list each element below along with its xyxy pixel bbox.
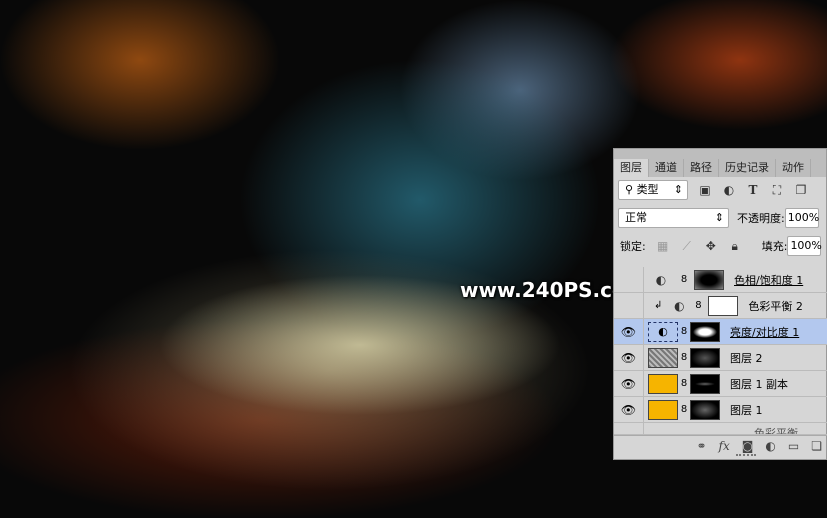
visibility-toggle[interactable] [614,267,644,292]
tab-layers[interactable]: 图层 [614,159,649,177]
eye-icon[interactable]: 👁︎ [614,397,644,422]
chevron-updown-icon: ⇕ [673,183,683,196]
eye-icon[interactable]: 👁︎ [614,319,644,344]
layer-thumb [648,399,678,420]
clip-arrow-icon: ↲ [654,300,663,311]
panel-tabs: 图层 通道 路径 历史记录 动作 [614,149,826,177]
link-icon: 8 [680,352,688,363]
opacity-input[interactable]: 100% [784,208,819,228]
tab-paths[interactable]: 路径 [684,159,719,177]
layers-panel: 图层 通道 路径 历史记录 动作 ⚲ 类型 ⇕ ▣ ◐ T ⛶ ❐ 正常 ⇕ 不透明… [613,148,827,460]
new-group-icon[interactable]: ▭ [788,439,799,453]
lock-transparent-icon[interactable]: ▦ [656,239,670,253]
layer-row[interactable]: ◐ 8 色相/饱和度 1 [614,267,827,293]
adjustment-icon: ◐ [655,272,667,287]
layer-name: 色彩平衡 2 [748,299,803,313]
fx-icon[interactable]: fx [719,439,730,453]
layer-name: 图层 2 [730,351,763,365]
eye-icon[interactable]: 👁︎ [614,345,644,370]
layer-name: 亮度/对比度 1 [730,325,800,339]
adjustment-filter-icon[interactable]: ◐ [722,183,736,197]
tab-history[interactable]: 历史记录 [719,159,776,177]
visibility-toggle[interactable] [614,293,644,318]
blend-mode-select[interactable]: 正常 ⇕ [618,208,729,228]
new-adjustment-icon[interactable]: ◐ [765,439,775,453]
resize-grip[interactable] [736,454,756,456]
layer-row[interactable]: 色彩平衡 [614,423,827,435]
layer-row[interactable]: 👁︎ 8 图层 1 [614,397,827,423]
layer-thumb [648,347,678,368]
tab-channels[interactable]: 通道 [649,159,684,177]
layer-mask-thumb [690,321,720,342]
layer-name: 图层 1 副本 [730,377,788,391]
tab-actions[interactable]: 动作 [776,159,811,177]
shape-filter-icon[interactable]: ⛶ [770,183,784,198]
layer-name: 色相/饱和度 1 [734,273,804,287]
link-layers-icon[interactable]: ⚭ [696,439,706,453]
filter-kind-select[interactable]: ⚲ 类型 ⇕ [618,180,688,200]
layer-row[interactable]: 👁︎ 8 图层 1 副本 [614,371,827,397]
new-layer-icon[interactable]: ❏ [811,439,822,453]
layer-name: 图层 1 [730,403,763,417]
adjustment-icon: ◐ [674,298,685,313]
chevron-updown-icon: ⇕ [714,211,724,224]
search-icon: ⚲ [625,183,637,196]
eye-icon[interactable]: 👁︎ [614,371,644,396]
lock-all-icon[interactable]: 🔒︎ [728,239,742,254]
layer-row[interactable]: 👁︎ 8 图层 2 [614,345,827,371]
add-mask-icon[interactable]: ◙ [742,439,754,453]
lock-brush-icon[interactable]: ⟋ [680,239,694,254]
image-filter-icon[interactable]: ▣ [698,183,712,197]
lock-position-icon[interactable]: ✥ [704,239,718,253]
layers-toolbar: ⚭ fx ◙ ◐ ▭ ❏ [614,435,827,455]
lock-label: 锁定: [620,240,646,253]
layer-mask-thumb [690,373,720,394]
fill-label: 填充: [761,240,788,253]
link-icon: 8 [680,274,688,285]
smart-object-filter-icon[interactable]: ❐ [794,183,808,197]
link-icon: 8 [680,378,688,389]
opacity-label: 不透明度: [737,212,785,225]
link-icon: 8 [680,404,688,415]
eye-icon[interactable] [614,423,644,434]
layer-mask-thumb [708,295,739,316]
layer-row[interactable]: 👁︎ ◐ 8 亮度/对比度 1 [614,319,827,345]
link-icon: 8 [695,300,702,311]
layer-thumb [648,373,678,394]
layer-name: 色彩平衡 [754,427,798,435]
type-filter-icon[interactable]: T [746,183,760,197]
layer-mask-thumb [690,347,720,368]
layer-mask-thumb [690,399,720,420]
adjustment-icon: ◐ [648,321,678,342]
layer-mask-thumb [694,269,724,290]
link-icon: 8 [680,326,688,337]
fill-input[interactable]: 100% [787,236,822,256]
layer-row[interactable]: ↲ ◐ 8 色彩平衡 2 [614,293,827,319]
